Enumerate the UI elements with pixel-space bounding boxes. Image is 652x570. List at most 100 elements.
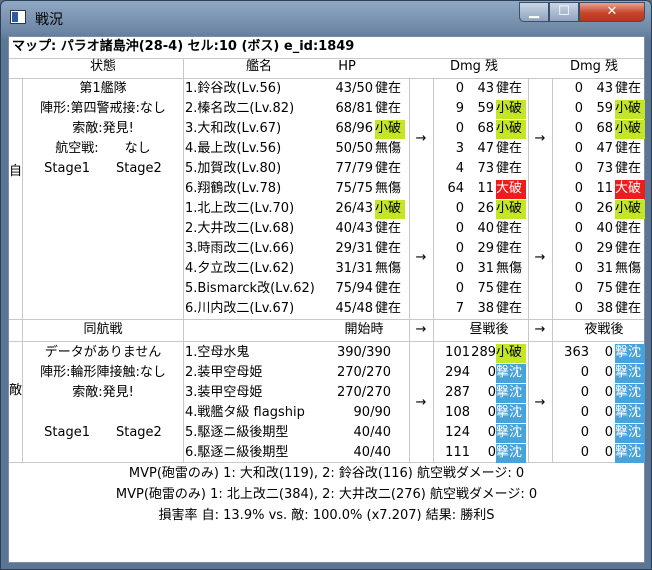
night-remaining: 0: [604, 445, 613, 460]
day-damage: 0: [455, 81, 464, 96]
ship-hp: 68/81: [335, 101, 373, 116]
ship-status-day: 健在: [496, 241, 523, 256]
ship-status-day: 健在: [496, 281, 523, 296]
ship-status-night: 小破: [615, 120, 645, 139]
day-remaining: 0: [487, 445, 496, 460]
day-remaining: 68: [477, 121, 494, 136]
enemy-ship-name: 6.駆逐ニ級後期型: [185, 445, 289, 460]
day-remaining: 43: [477, 81, 494, 96]
enemy-status-night: 撃沈: [615, 444, 645, 463]
night-remaining: 0: [604, 405, 613, 420]
map-info-line: マップ: パラオ諸島沖(28-4) セル:10 (ボス) e_id:1849: [12, 39, 355, 54]
enemy-ship-hp: 90/90: [353, 405, 391, 420]
ship-status-day: 健在: [496, 81, 523, 96]
close-button[interactable]: ✕: [579, 2, 645, 22]
night-damage: 0: [574, 301, 583, 316]
night-damage: 0: [574, 121, 583, 136]
enemy-info-line: 索敵:発見!: [72, 385, 134, 400]
enemy-status-day: 小破: [496, 344, 526, 363]
title-bar[interactable]: 戦況 ▁ ☐ ✕: [1, 1, 651, 35]
night-remaining: 38: [596, 301, 613, 316]
enemy-status-day: 撃沈: [496, 364, 526, 383]
battle-report-panel: マップ: パラオ諸島沖(28-4) セル:10 (ボス) e_id:1849 状…: [8, 36, 645, 563]
ship-status-day: 小破: [496, 120, 526, 139]
night-damage: 0: [580, 385, 589, 400]
night-damage: 0: [574, 241, 583, 256]
fleet-info-line: 航空戦: なし: [55, 141, 151, 156]
day-remaining: 73: [477, 161, 494, 176]
night-remaining: 31: [596, 261, 613, 276]
ship-hp: 75/94: [335, 281, 373, 296]
enemy-ship-hp: 40/40: [353, 425, 391, 440]
ship-hp: 68/96: [335, 121, 373, 136]
night-remaining: 43: [596, 81, 613, 96]
day-damage: 0: [455, 281, 464, 296]
enemy-ship-name: 4.戦艦タ級 flagship: [185, 405, 305, 420]
fleet-info-line: 索敵:発見!: [72, 121, 134, 136]
ship-status-night: 健在: [615, 81, 642, 96]
enemy-status-night: 撃沈: [615, 404, 645, 423]
side-label-friendly: 自: [9, 164, 23, 179]
arrow-icon: →: [415, 322, 427, 337]
enemy-status-night: 撃沈: [615, 344, 645, 363]
fleet-info-line: Stage1 Stage2: [44, 161, 162, 176]
ship-status-day: 無傷: [496, 261, 523, 276]
ship-status-day: 健在: [496, 301, 523, 316]
maximize-button[interactable]: ☐: [549, 2, 579, 22]
day-remaining: 31: [477, 261, 494, 276]
day-remaining: 0: [487, 405, 496, 420]
ship-status-start: 健在: [375, 221, 402, 236]
night-damage: 0: [574, 181, 583, 196]
enemy-status-night: 撃沈: [615, 364, 645, 383]
day-damage: 4: [455, 161, 464, 176]
night-remaining: 68: [596, 121, 613, 136]
day-damage: 7: [455, 301, 464, 316]
enemy-ship-name: 2.装甲空母姫: [185, 365, 263, 380]
ship-hp: 26/43: [335, 201, 373, 216]
engagement-form: 同航戦: [83, 322, 123, 337]
ship-hp: 50/50: [335, 141, 373, 156]
ship-hp: 45/48: [335, 301, 373, 316]
night-remaining: 11: [596, 181, 613, 196]
night-damage: 0: [574, 81, 583, 96]
mvp-day-line: MVP(砲雷のみ) 1: 大和改(119), 2: 鈴谷改(116) 航空戦ダメ…: [128, 466, 525, 481]
enemy-info-line: データがありません: [44, 345, 162, 360]
label-start: 開始時: [344, 322, 384, 337]
night-damage: 0: [574, 201, 583, 216]
night-remaining: 59: [596, 101, 613, 116]
day-remaining: 0: [487, 425, 496, 440]
enemy-status-day: 撃沈: [496, 384, 526, 403]
arrow-icon: →: [534, 395, 546, 410]
mvp-night-line: MVP(砲雷のみ) 1: 北上改二(384), 2: 大井改二(276) 航空戦…: [115, 487, 538, 502]
day-damage: 0: [455, 121, 464, 136]
ship-hp: 77/79: [335, 161, 373, 176]
night-damage: 0: [574, 261, 583, 276]
day-damage: 0: [455, 241, 464, 256]
day-remaining: 38: [477, 301, 494, 316]
ship-status-start: 無傷: [375, 181, 402, 196]
column-header-hp: HP: [338, 59, 356, 74]
ship-status-day: 健在: [496, 161, 523, 176]
day-damage: 0: [455, 221, 464, 236]
arrow-icon: →: [415, 395, 427, 410]
enemy-ship-name: 3.装甲空母姫: [185, 385, 263, 400]
enemy-ship-hp: 390/390: [336, 345, 391, 360]
ship-status-start: 健在: [375, 81, 402, 96]
night-damage: 0: [580, 425, 589, 440]
label-after-night: 夜戦後: [584, 322, 624, 337]
minimize-button[interactable]: ▁: [519, 2, 549, 22]
day-remaining: 0: [487, 365, 496, 380]
night-remaining: 0: [604, 425, 613, 440]
day-damage: 101: [445, 345, 470, 360]
ship-hp: 75/75: [335, 181, 373, 196]
day-remaining: 11: [477, 181, 494, 196]
ship-hp: 43/50: [335, 81, 373, 96]
day-remaining: 47: [477, 141, 494, 156]
ship-status-start: 無傷: [375, 261, 402, 276]
ship-status-night: 健在: [615, 161, 642, 176]
arrow-icon: →: [415, 250, 427, 265]
night-remaining: 73: [596, 161, 613, 176]
side-label-enemy: 敵: [9, 383, 23, 398]
arrow-icon: →: [534, 322, 546, 337]
app-icon: [10, 10, 26, 24]
